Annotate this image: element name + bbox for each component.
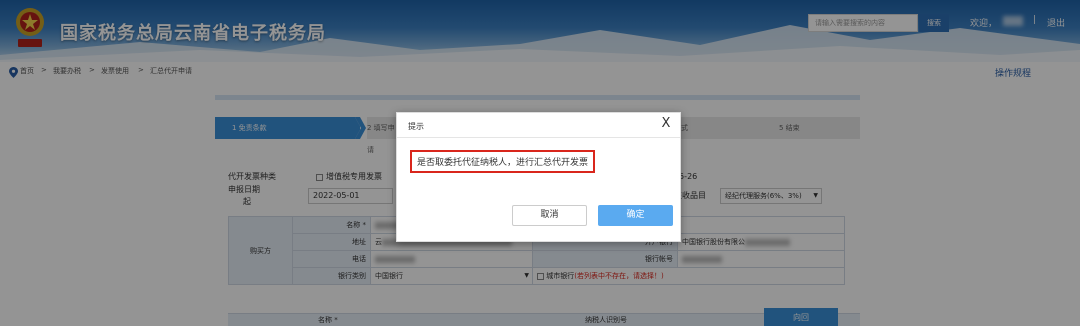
cancel-button[interactable]: 取消 <box>512 205 587 226</box>
close-icon[interactable]: X <box>659 116 673 132</box>
confirm-dialog: 提示 X 是否取委托代征纳税人，进行汇总代开发票 取消 确定 <box>396 112 681 242</box>
confirm-button[interactable]: 确定 <box>598 205 673 226</box>
dialog-message: 是否取委托代征纳税人，进行汇总代开发票 <box>410 150 596 173</box>
dialog-title: 提示 <box>408 122 424 131</box>
dialog-header: 提示 X <box>397 113 680 138</box>
